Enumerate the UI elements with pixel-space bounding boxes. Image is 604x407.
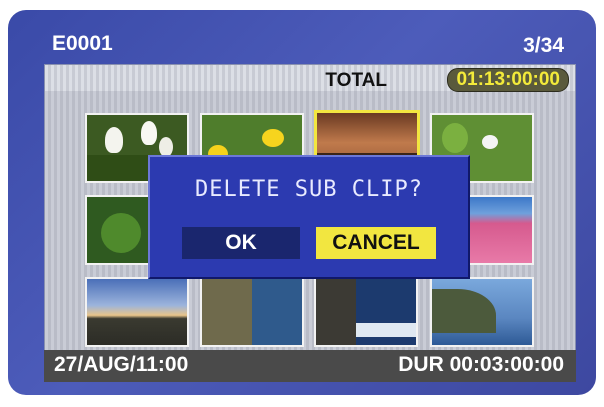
ok-button[interactable]: OK (182, 227, 300, 259)
clip-duration: DUR 00:03:00:00 (398, 353, 564, 376)
total-bar: TOTAL 01:13:00:00 (45, 65, 575, 92)
thumbnail-coastal-mountain[interactable] (430, 277, 534, 347)
monitor-screen: E0001 3/34 TOTAL 01:13:00:00 DELETE SUB … (8, 10, 596, 395)
cancel-button[interactable]: CANCEL (316, 227, 436, 259)
total-label: TOTAL (325, 70, 387, 91)
recording-date: 27/AUG/11:00 (54, 353, 189, 376)
thumbnail-rocky-coast[interactable] (200, 277, 304, 347)
clip-counter: 3/34 (523, 34, 564, 57)
delete-confirm-dialog: DELETE SUB CLIP? OK CANCEL (148, 155, 470, 279)
thumbnail-sunset-road[interactable] (85, 277, 189, 347)
status-bar: 27/AUG/11:00 DUR 00:03:00:00 (44, 350, 576, 382)
dialog-message: DELETE SUB CLIP? (195, 177, 423, 202)
thumbnail-sea-cliff-waves[interactable] (314, 277, 418, 347)
total-time: 01:13:00:00 (447, 68, 569, 92)
clip-id: E0001 (52, 32, 113, 55)
